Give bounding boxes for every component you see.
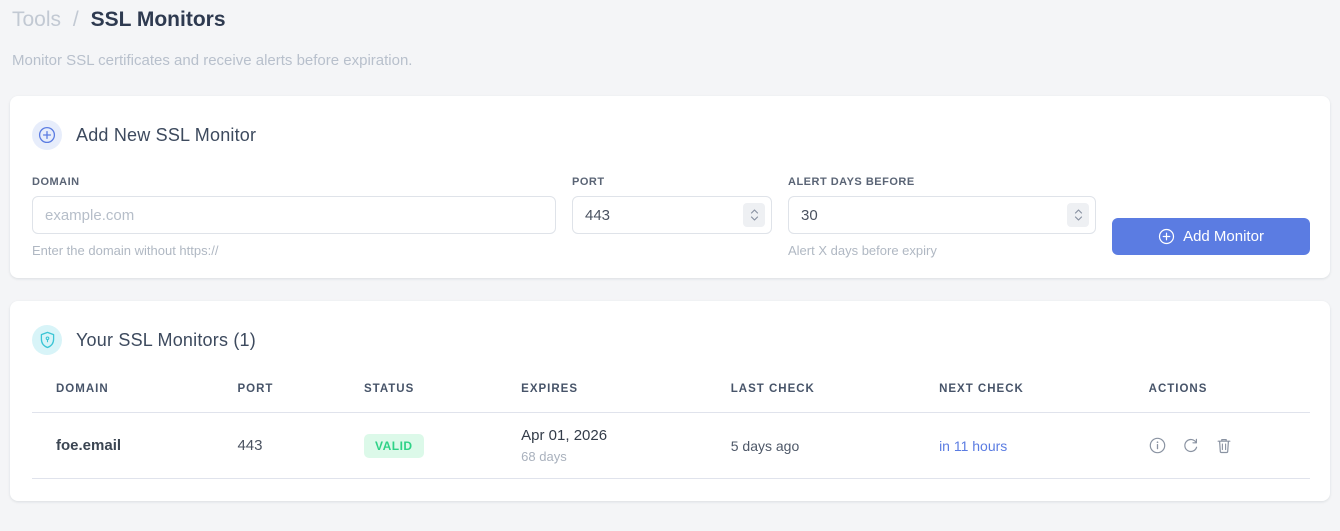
breadcrumb: Tools / SSL Monitors [10,4,1330,32]
monitor-expires-date: Apr 01, 2026 [521,427,608,444]
refresh-button[interactable] [1183,437,1199,454]
add-monitor-button-label: Add Monitor [1183,228,1264,245]
table-header-row: DOMAIN PORT STATUS EXPIRES LAST CHECK NE… [32,379,1310,413]
alert-days-helper-text: Alert X days before expiry [788,243,937,258]
chevron-up-down-icon [1074,209,1082,221]
header-actions: ACTIONS [1124,379,1310,413]
add-monitor-button[interactable]: Add Monitor [1112,218,1310,255]
port-label: PORT [572,176,605,188]
monitors-card-title: Your SSL Monitors (1) [76,329,256,350]
header-next-check: NEXT CHECK [915,379,1125,413]
domain-label: DOMAIN [32,176,80,188]
refresh-icon [1183,438,1197,453]
domain-input[interactable] [32,196,556,234]
header-expires: EXPIRES [497,379,707,413]
monitor-domain: foe.email [32,412,214,479]
header-domain: DOMAIN [32,379,214,413]
status-badge: VALID [363,433,424,458]
header-status: STATUS [339,379,498,413]
header-port: PORT [213,379,340,413]
delete-button[interactable] [1216,437,1232,454]
breadcrumb-separator: / [72,8,79,31]
shield-lock-icon [32,325,62,355]
monitor-expires-days: 68 days [521,449,567,464]
port-input[interactable] [572,196,772,234]
page-subtitle: Monitor SSL certificates and receive ale… [12,52,413,69]
chevron-up-down-icon [750,209,758,221]
monitor-next-check: in 11 hours [915,412,1125,479]
table-row: foe.email 443 VALID Apr 01, 2026 68 days… [32,412,1310,479]
info-icon [1149,437,1165,454]
add-monitor-form: DOMAIN Enter the domain without https://… [32,176,1310,258]
domain-helper-text: Enter the domain without https:// [32,243,219,258]
plus-circle-icon [1158,228,1175,245]
domain-field-group: DOMAIN Enter the domain without https:// [32,176,556,258]
alert-days-input[interactable] [788,196,1096,234]
breadcrumb-tools-link[interactable]: Tools [12,8,61,31]
page-title: SSL Monitors [90,8,226,31]
monitors-table: DOMAIN PORT STATUS EXPIRES LAST CHECK NE… [32,379,1310,479]
plus-circle-icon [32,120,62,150]
header-last-check: LAST CHECK [706,379,916,413]
port-field-group: PORT [572,176,772,234]
add-monitor-card-title: Add New SSL Monitor [76,124,257,145]
monitors-card-header: Your SSL Monitors (1) [32,325,1310,355]
trash-icon [1217,439,1231,454]
add-monitor-card: Add New SSL Monitor DOMAIN Enter the dom… [10,96,1330,278]
monitor-last-check: 5 days ago [706,412,916,479]
port-stepper[interactable] [743,203,765,227]
ssl-monitors-page: Tools / SSL Monitors Monitor SSL certifi… [0,0,1340,501]
alert-days-field-group: ALERT DAYS BEFORE Alert X days before ex… [788,176,1096,258]
monitors-list-card: Your SSL Monitors (1) DOMAIN PORT STATUS… [10,301,1330,501]
alert-days-stepper[interactable] [1067,203,1089,227]
add-monitor-card-header: Add New SSL Monitor [32,120,1310,150]
info-button[interactable] [1149,437,1166,454]
monitors-table-wrap: DOMAIN PORT STATUS EXPIRES LAST CHECK NE… [32,379,1310,479]
row-actions [1149,437,1310,454]
monitor-port: 443 [213,412,340,479]
alert-days-label: ALERT DAYS BEFORE [788,176,915,188]
